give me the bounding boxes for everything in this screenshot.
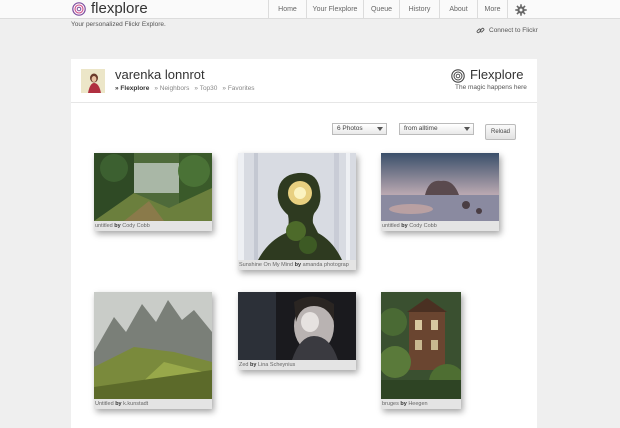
top-bar: flexplore Home Your Flexplore Queue Hist… xyxy=(0,0,620,19)
chevron-down-icon xyxy=(377,127,383,131)
connect-label: Connect to Flickr xyxy=(489,27,538,34)
subnav-neighbors[interactable]: » Neighbors xyxy=(154,85,189,92)
photo-author[interactable]: Cody Cobb xyxy=(122,223,150,229)
photo-caption: untitled by Cody Cobb xyxy=(94,221,212,231)
subnav-favorites[interactable]: » Favorites xyxy=(222,85,254,92)
spiral-logo-icon[interactable] xyxy=(72,2,86,16)
photo-card[interactable]: Sunshine On My Mind by amanda photograp xyxy=(238,153,356,270)
photo-title[interactable]: untitled xyxy=(95,223,113,229)
settings-button[interactable] xyxy=(507,0,533,19)
gear-icon xyxy=(514,3,527,16)
app-title[interactable]: flexplore xyxy=(91,0,148,18)
photo-author[interactable]: Cody Cobb xyxy=(409,223,437,229)
username[interactable]: varenka lonnrot xyxy=(115,67,205,83)
photo-card[interactable]: bruges by Heegen xyxy=(381,292,461,409)
photo-title[interactable]: bruges xyxy=(382,401,399,407)
profile-subnav: » Flexplore » Neighbors » Top30 » Favori… xyxy=(115,85,255,92)
photo-by: by xyxy=(400,401,407,407)
main-panel: varenka lonnrot » Flexplore » Neighbors … xyxy=(71,59,537,428)
nav-your-flexplore[interactable]: Your Flexplore xyxy=(306,0,363,19)
profile-header: varenka lonnrot » Flexplore » Neighbors … xyxy=(71,59,537,103)
subnav-flexplore[interactable]: » Flexplore xyxy=(115,85,149,92)
photo-card[interactable]: Zed by Lina Scheynius xyxy=(238,292,356,370)
nav-history[interactable]: History xyxy=(399,0,439,19)
photo-card[interactable]: untitled by Cody Cobb xyxy=(381,153,499,231)
chevron-down-icon xyxy=(464,127,470,131)
reload-button[interactable]: Reload xyxy=(485,124,516,140)
photo-by: by xyxy=(294,262,302,268)
photo-title[interactable]: Untitled xyxy=(95,401,114,407)
connect-to-flickr-link[interactable]: Connect to Flickr xyxy=(476,26,538,35)
main-nav: Home Your Flexplore Queue History About … xyxy=(268,0,533,19)
photo-count-value: 6 Photos xyxy=(337,125,363,132)
time-range-value: from alltime xyxy=(404,125,438,132)
photo-author[interactable]: k.kunstadt xyxy=(123,401,148,407)
photo-caption: bruges by Heegen xyxy=(381,399,461,409)
brand-subtitle: The magic happens here xyxy=(455,84,527,91)
photo-mountains[interactable] xyxy=(94,292,212,399)
photo-caption: Sunshine On My Mind by amanda photograp xyxy=(238,260,356,270)
photo-author[interactable]: Heegen xyxy=(408,401,427,407)
link-icon xyxy=(476,27,485,34)
spiral-brand-icon xyxy=(451,69,465,83)
photo-card[interactable]: Untitled by k.kunstadt xyxy=(94,292,212,409)
photo-by: by xyxy=(401,223,408,229)
photo-double-exposure[interactable] xyxy=(238,153,356,260)
photo-forest[interactable] xyxy=(94,153,212,221)
photo-by: by xyxy=(114,223,121,229)
photo-caption: Untitled by k.kunstadt xyxy=(94,399,212,409)
time-range-select[interactable]: from alltime xyxy=(399,123,474,135)
nav-more[interactable]: More xyxy=(477,0,507,19)
photo-title[interactable]: Sunshine On My Mind xyxy=(239,262,293,268)
photo-house[interactable] xyxy=(381,292,461,399)
photo-card[interactable]: untitled by Cody Cobb xyxy=(94,153,212,231)
photo-author[interactable]: amanda photograp xyxy=(303,262,349,268)
nav-home[interactable]: Home xyxy=(268,0,306,19)
photo-title[interactable]: untitled xyxy=(382,223,400,229)
photo-coast[interactable] xyxy=(381,153,499,221)
photo-by: by xyxy=(250,362,257,368)
photo-author[interactable]: Lina Scheynius xyxy=(258,362,295,368)
photo-title[interactable]: Zed xyxy=(239,362,248,368)
photo-caption: untitled by Cody Cobb xyxy=(381,221,499,231)
subnav-top30[interactable]: » Top30 xyxy=(194,85,217,92)
tagline: Your personalized Flickr Explore. xyxy=(71,21,166,28)
photo-count-select[interactable]: 6 Photos xyxy=(332,123,387,135)
nav-queue[interactable]: Queue xyxy=(363,0,399,19)
photo-caption: Zed by Lina Scheynius xyxy=(238,360,356,370)
brand-name: Flexplore xyxy=(470,67,524,82)
photo-portrait[interactable] xyxy=(238,292,356,360)
avatar[interactable] xyxy=(81,69,105,93)
avatar-image xyxy=(81,69,105,93)
photo-by: by xyxy=(115,401,122,407)
nav-about[interactable]: About xyxy=(439,0,477,19)
